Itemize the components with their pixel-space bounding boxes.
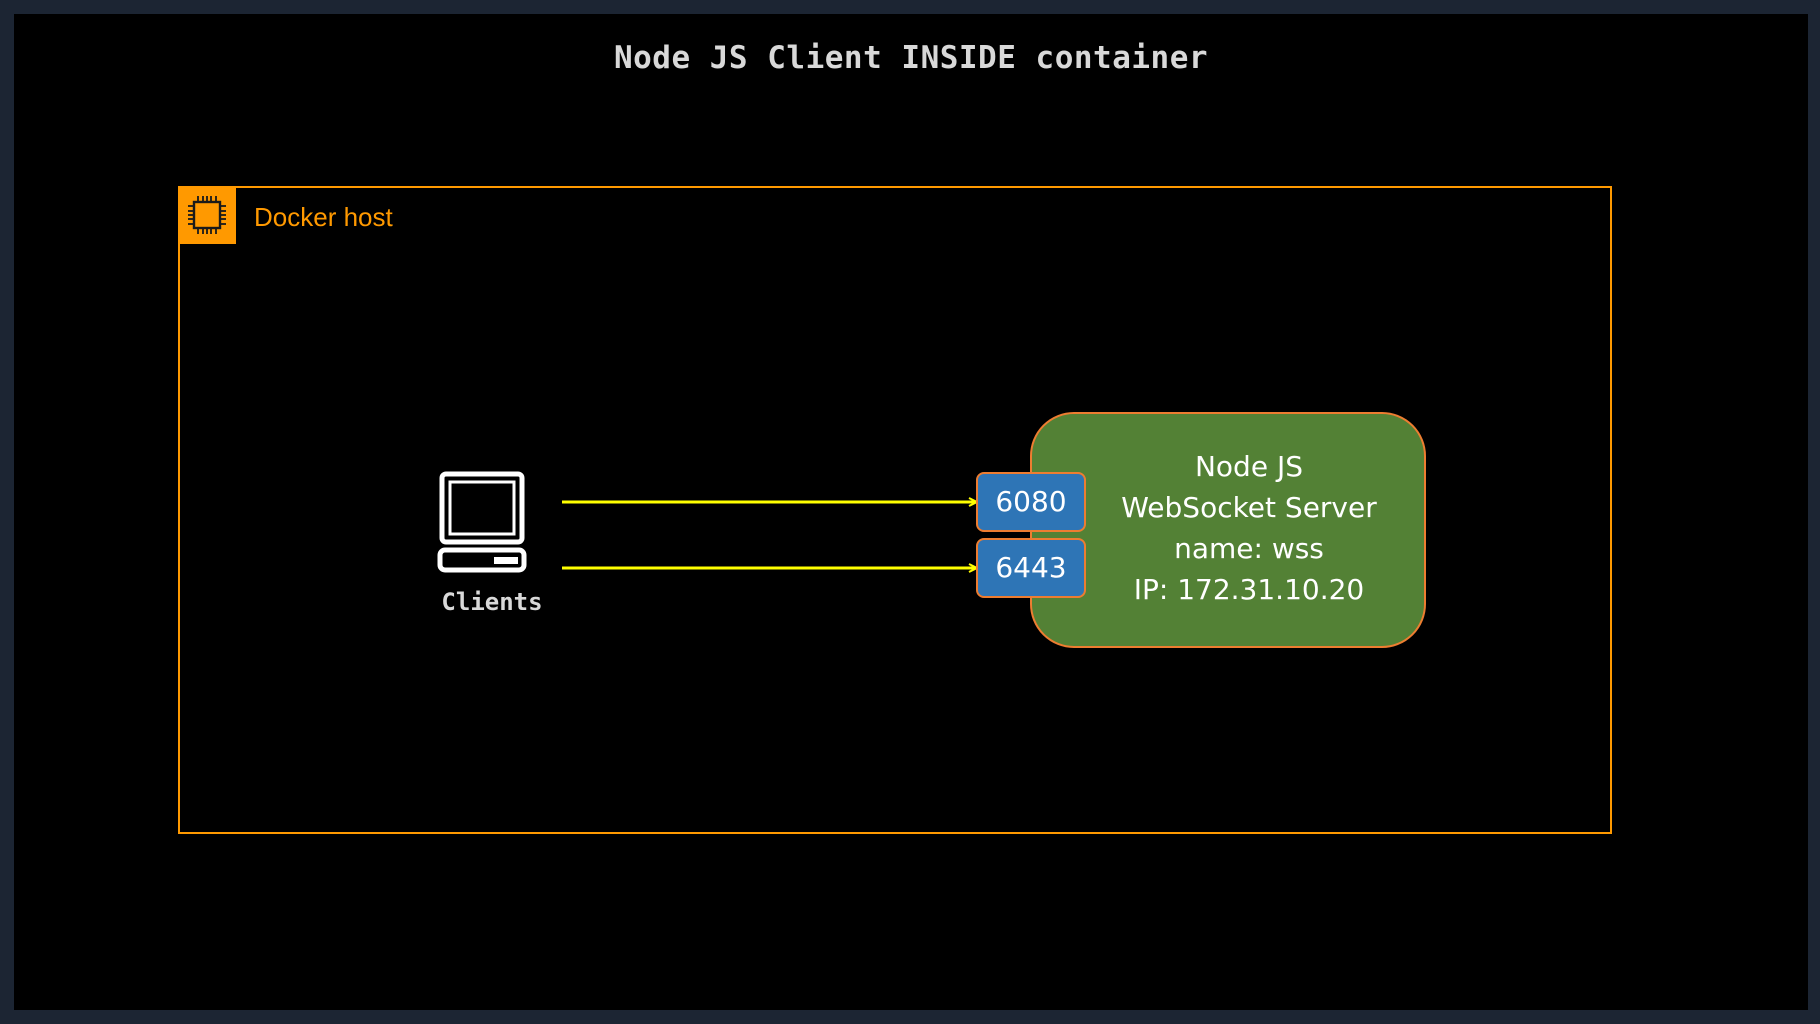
websocket-server-label: Node JS WebSocket Server name: wss IP: 1… xyxy=(1084,446,1414,610)
docker-host-label: Docker host xyxy=(254,202,393,232)
slide: Node JS Client INSIDE container Docker h… xyxy=(14,14,1808,1010)
server-line-type: WebSocket Server xyxy=(1121,491,1377,524)
server-line-ip: IP: 172.31.10.20 xyxy=(1133,573,1365,606)
diagram-title: Node JS Client INSIDE container xyxy=(613,40,1209,76)
server-line-name: Node JS xyxy=(1194,450,1303,483)
server-line-hostname: name: wss xyxy=(1174,532,1324,565)
port-6443: 6443 xyxy=(976,538,1086,598)
clients-label: Clients xyxy=(441,588,543,616)
laptop-icon xyxy=(422,458,542,578)
port-6080: 6080 xyxy=(976,472,1086,532)
chip-icon xyxy=(178,186,236,244)
